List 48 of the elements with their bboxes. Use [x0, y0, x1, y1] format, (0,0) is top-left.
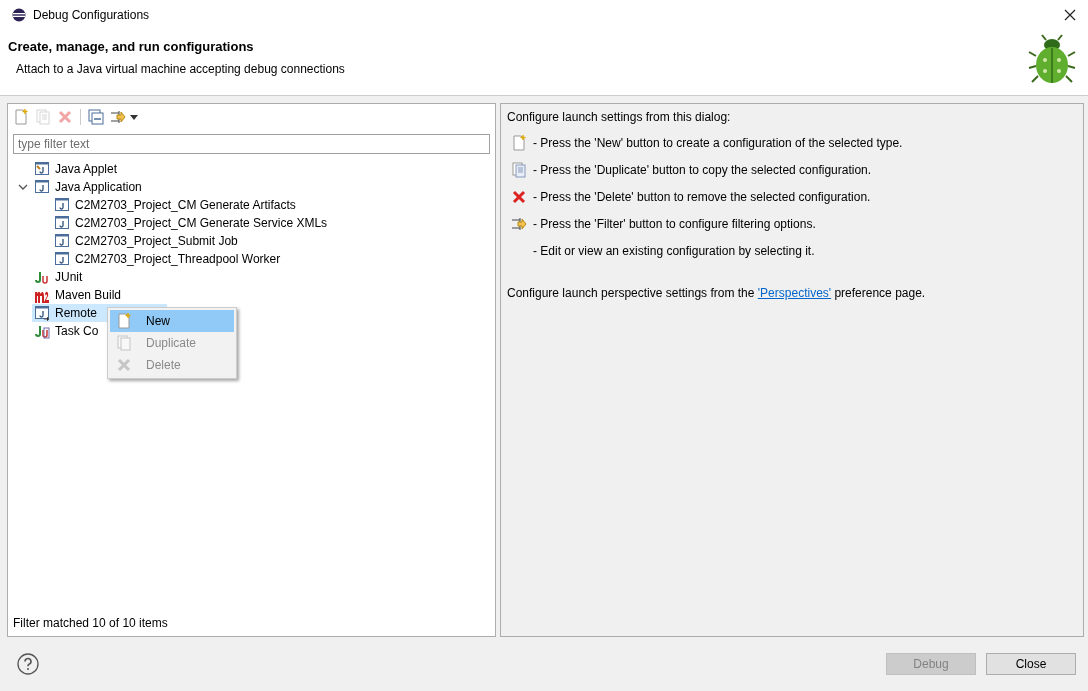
collapse-button[interactable]	[87, 108, 105, 126]
tree-item[interactable]: C2M2703_Project_CM Generate Service XMLs	[52, 214, 330, 232]
info-line: - Press the 'Duplicate' button to copy the selected configuration.	[533, 162, 872, 177]
perspective-note: Configure launch perspective settings from the 'Perspectives' preference page.	[507, 286, 927, 300]
dialog-subtitle: Attach to a Java virtual machine accepting debug connections	[16, 62, 345, 76]
close-button[interactable]: Close	[986, 653, 1076, 675]
tree-item[interactable]: JUnit	[32, 268, 85, 286]
copy-icon	[116, 335, 132, 351]
java-app-icon	[54, 215, 70, 231]
eclipse-icon	[12, 8, 26, 22]
filter-field[interactable]: type filter text	[13, 134, 490, 154]
bug-icon	[1028, 34, 1076, 86]
tree-item[interactable]: C2M2703_Project_Submit Job	[52, 232, 240, 250]
tree-item[interactable]: Java Applet	[32, 160, 120, 178]
info-line: - Press the 'Filter' button to configure filtering options.	[533, 216, 816, 231]
remote-app-icon	[34, 305, 50, 321]
window-title: Debug Configurations	[33, 8, 151, 22]
task-icon	[34, 323, 50, 339]
info-line: - Press the 'Delete' button to remove the selected configuration.	[533, 189, 871, 204]
menu-item[interactable]: New	[110, 310, 234, 332]
help-icon[interactable]	[17, 653, 39, 675]
new-page-icon	[511, 134, 527, 151]
filter-icon	[511, 215, 527, 232]
java-app-icon	[54, 197, 70, 213]
junit-icon	[34, 269, 50, 285]
delete-icon	[511, 188, 527, 205]
dialog-title: Create, manage, and run configurations	[8, 39, 255, 54]
tree-item[interactable]: C2M2703_Project_Threadpool Worker	[52, 250, 283, 268]
info-line: - Edit or view an existing configuration by selecting it.	[533, 243, 815, 258]
java-app-icon	[54, 251, 70, 267]
applet-icon	[34, 161, 50, 177]
java-app-icon	[34, 179, 50, 195]
perspectives-link[interactable]: 'Perspectives'	[757, 286, 832, 300]
dropdown-caret-icon[interactable]	[130, 114, 138, 120]
java-app-icon	[54, 233, 70, 249]
info-heading: Configure launch settings from this dialog:	[507, 110, 732, 124]
tree-item[interactable]: Java Application	[32, 178, 144, 196]
delete-icon	[116, 357, 132, 373]
new-page-button[interactable]	[12, 108, 30, 126]
tree-item[interactable]: C2M2703_Project_CM Generate Artifacts	[52, 196, 298, 214]
close-icon[interactable]	[1064, 9, 1076, 21]
expand-chevron-icon[interactable]	[18, 182, 28, 192]
filter-status: Filter matched 10 of 10 items	[12, 615, 169, 632]
tree-item[interactable]: Task Co	[32, 322, 101, 340]
info-line: - Press the 'New' button to create a configuration of the selected type.	[533, 135, 903, 150]
new-page-icon	[116, 313, 132, 329]
tree-item[interactable]: Maven Build	[32, 286, 124, 304]
copy-icon	[511, 161, 527, 178]
